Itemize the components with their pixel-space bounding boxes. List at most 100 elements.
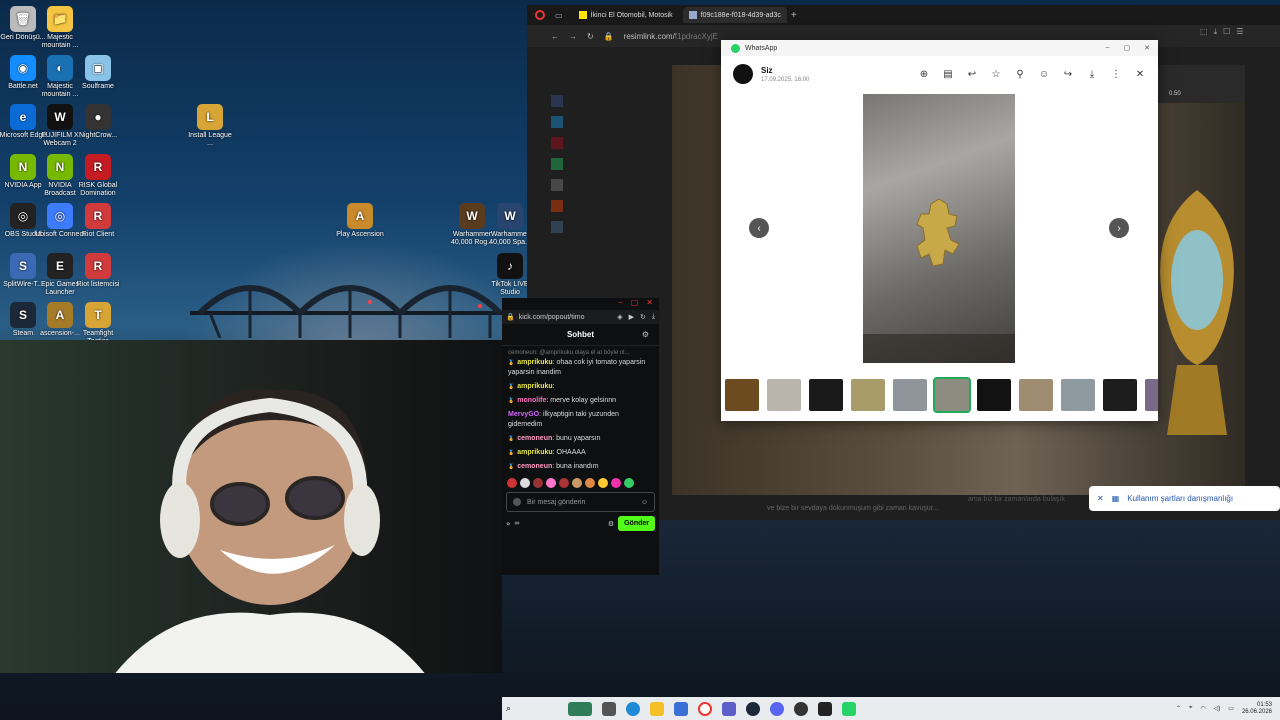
forward-icon[interactable]: ↪	[1062, 68, 1074, 80]
toast-close-icon[interactable]: ✕	[1097, 494, 1104, 503]
desktop-icon-14[interactable]: R Riot Client	[73, 203, 123, 239]
chat-input[interactable]: Bir mesaj gönderin ☺	[506, 492, 655, 512]
pinterest-icon[interactable]	[551, 137, 563, 149]
chat-username[interactable]: amprikuku	[517, 449, 552, 456]
media-thumbnail[interactable]	[1103, 379, 1137, 411]
media-thumbnail[interactable]	[851, 379, 885, 411]
extension-icon[interactable]: ⬚	[1200, 27, 1208, 37]
emoji-picker-icon[interactable]: ☺	[641, 499, 648, 506]
url-field[interactable]: resimlink.com/f1pdracXyjE	[624, 32, 718, 41]
bookmark-icon[interactable]: ☐	[1223, 27, 1230, 37]
chat-username[interactable]: MervyGO	[508, 411, 539, 418]
facebook-icon[interactable]	[551, 95, 563, 107]
send-button[interactable]: Gönder	[618, 516, 655, 531]
chat-settings-icon[interactable]: ⚙	[642, 330, 649, 339]
app-icon: ◉	[10, 55, 36, 81]
desktop-icon-1[interactable]: 📁 Majestic mountain ...	[35, 6, 85, 50]
desktop-icon-4[interactable]: ▣ Soulframe	[73, 55, 123, 91]
chat-settings-icon[interactable]: ⚙	[608, 520, 614, 528]
taskbar-search-icon[interactable]: ⌕	[506, 703, 511, 714]
media-thumbnail[interactable]	[725, 379, 759, 411]
maximize-icon[interactable]: ▢	[1124, 44, 1131, 52]
vk-icon[interactable]	[551, 221, 563, 233]
twitter-icon[interactable]	[551, 116, 563, 128]
back-icon[interactable]: ←	[551, 32, 559, 41]
media-thumbnail[interactable]	[977, 379, 1011, 411]
toast-label[interactable]: Kullanım şartları danışmanlığı	[1127, 494, 1233, 503]
reddit-icon[interactable]	[551, 200, 563, 212]
close-viewer-icon[interactable]: ✕	[1134, 68, 1146, 80]
shield-icon[interactable]: ◈	[617, 313, 622, 321]
steam-icon[interactable]	[746, 701, 761, 716]
download-icon[interactable]: ⤓	[1214, 27, 1218, 37]
desktop-icon-15[interactable]: A Play Ascension	[335, 203, 385, 239]
clock[interactable]: 01:53 26.06.2026	[1242, 702, 1272, 716]
media-thumbnail[interactable]	[767, 379, 801, 411]
chat-username[interactable]: cemoneun	[517, 463, 552, 470]
volume-icon[interactable]: ◁)	[1214, 705, 1221, 712]
minimize-icon[interactable]: –	[1106, 44, 1110, 52]
whatsapp-taskbar-icon[interactable]	[842, 701, 857, 716]
mail-icon[interactable]	[551, 179, 563, 191]
media-thumbnail[interactable]	[1145, 379, 1158, 411]
pin-icon[interactable]: ⚲	[1014, 68, 1026, 80]
media-thumbnail[interactable]	[1019, 379, 1053, 411]
forward-icon[interactable]: →	[569, 32, 577, 41]
chat-message: 🏅 monolife: merve kolay gelsinnn	[502, 394, 659, 408]
chat-url[interactable]: kick.com/popout/timo	[519, 314, 585, 321]
media-thumbnail[interactable]	[809, 379, 843, 411]
maximize-icon[interactable]: ▢	[631, 298, 639, 310]
teams-icon[interactable]	[722, 701, 737, 716]
tab-sahibinden[interactable]: İkinci El Otomobil, Motosik	[573, 7, 679, 23]
store-icon[interactable]	[674, 701, 689, 716]
chat-username[interactable]: cemoneun	[517, 435, 552, 442]
reload-icon[interactable]: ↻	[587, 32, 594, 41]
user-points-icon[interactable]: ⋄	[506, 520, 510, 528]
desktop-icon-8[interactable]: L Install League ...	[185, 104, 235, 148]
opera-logo-icon[interactable]	[535, 10, 545, 20]
desktop-icon-7[interactable]: ● NightCrow...	[73, 104, 123, 140]
refresh-icon[interactable]: ↻	[640, 313, 646, 321]
desktop-icon-11[interactable]: R RISK Global Domination	[73, 154, 123, 198]
chat-username[interactable]: amprikuku	[517, 359, 552, 366]
zoom-in-icon[interactable]: ⊕	[918, 68, 930, 80]
play-icon[interactable]: ▶	[629, 313, 634, 321]
discord-icon[interactable]	[770, 701, 785, 716]
chrome-icon[interactable]	[794, 701, 809, 716]
avatar[interactable]	[733, 64, 753, 84]
desktop-icon-20[interactable]: R Riot listemcisi	[73, 253, 123, 289]
battery-icon[interactable]: ▭	[1228, 705, 1234, 712]
widgets-icon[interactable]	[568, 701, 593, 716]
window-close-icon[interactable]: ✕	[646, 298, 653, 310]
file-explorer-icon[interactable]	[650, 701, 665, 716]
tabs-icon[interactable]: ▭	[555, 11, 563, 20]
tray-chevron-icon[interactable]: ⌃	[1176, 705, 1181, 712]
menu-icon[interactable]: ☰	[1236, 27, 1243, 37]
caption-icon[interactable]: ▤	[942, 68, 954, 80]
chat-username[interactable]: amprikuku	[517, 383, 552, 390]
system-tray: ⌃ ⌖ ◠ ◁) ▭ 01:53 26.06.2026	[1176, 702, 1280, 716]
edge-icon[interactable]	[626, 701, 641, 716]
minimize-icon[interactable]: –	[618, 298, 622, 310]
reply-icon[interactable]: ↩	[966, 68, 978, 80]
new-tab-button[interactable]: +	[791, 10, 797, 21]
media-thumbnail[interactable]	[933, 377, 971, 413]
download-icon[interactable]: ⤓	[1086, 68, 1098, 80]
chat-badge-icon: 🏅	[508, 436, 515, 442]
download-icon[interactable]: ⤓	[652, 313, 655, 321]
terminal-icon[interactable]	[818, 701, 833, 716]
next-media-button[interactable]: ›	[1109, 218, 1129, 238]
desktop-icon[interactable]	[602, 701, 617, 716]
more-options-icon[interactable]: ⋮	[1110, 68, 1122, 80]
media-thumbnail[interactable]	[893, 379, 927, 411]
emoji-react-icon[interactable]: ☺	[1038, 68, 1050, 80]
tab-image[interactable]: f09c188e-f018-4d39-ad3c	[682, 7, 787, 23]
window-close-icon[interactable]: ✕	[1144, 44, 1150, 52]
whatsapp-share-icon[interactable]	[551, 158, 563, 170]
wifi-icon[interactable]: ◠	[1200, 705, 1205, 712]
chat-username[interactable]: monolife	[517, 397, 546, 404]
star-icon[interactable]: ☆	[990, 68, 1002, 80]
media-thumbnail[interactable]	[1061, 379, 1095, 411]
opera-icon[interactable]	[698, 701, 713, 716]
previous-media-button[interactable]: ‹	[749, 218, 769, 238]
